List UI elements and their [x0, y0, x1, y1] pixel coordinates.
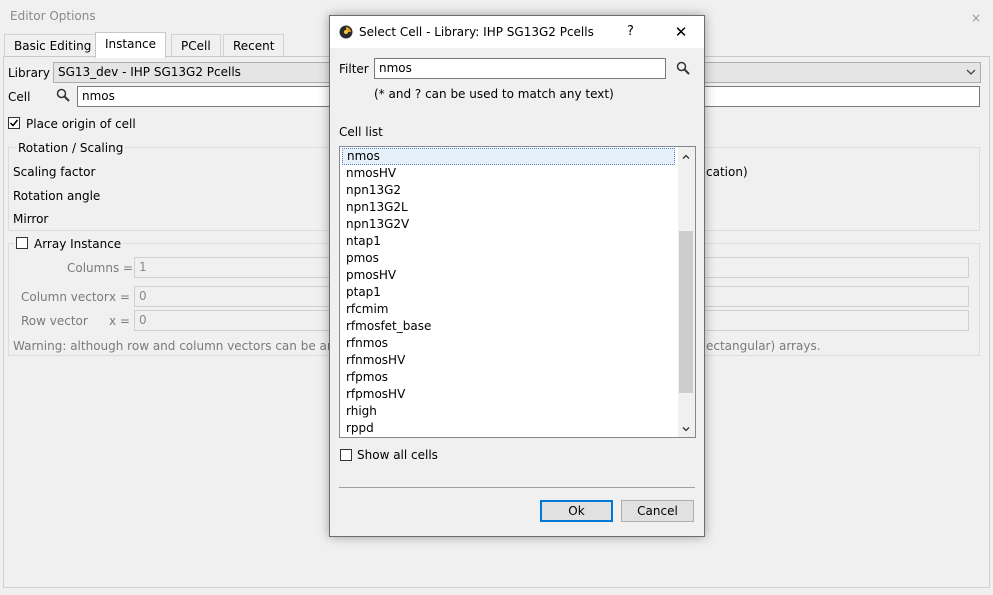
- list-item[interactable]: ntap1: [346, 233, 381, 250]
- show-all-cells-checkbox[interactable]: [340, 449, 352, 461]
- app-logo-icon: [339, 25, 353, 39]
- row-vector-label: Row vector: [21, 314, 88, 328]
- tab-instance[interactable]: Instance: [95, 32, 167, 58]
- array-instance-label: Array Instance: [34, 237, 122, 251]
- cell-label: Cell: [8, 90, 31, 104]
- search-icon[interactable]: [56, 88, 70, 102]
- dialog-title: Select Cell - Library: IHP SG13G2 Pcells: [359, 25, 594, 39]
- scaling-factor-label: Scaling factor: [13, 165, 96, 179]
- list-item[interactable]: rfpmos: [346, 369, 388, 386]
- row-vector-x-value: 0: [139, 313, 147, 327]
- scaling-note-text: cation): [706, 165, 748, 179]
- place-origin-checkbox[interactable]: [8, 117, 20, 129]
- cancel-button[interactable]: Cancel: [621, 500, 694, 522]
- scroll-up-icon[interactable]: [681, 151, 691, 161]
- row-vector-x-label: x =: [109, 314, 130, 328]
- scroll-down-icon[interactable]: [681, 423, 691, 433]
- list-item[interactable]: rfnmosHV: [346, 352, 405, 369]
- button-separator: [339, 487, 695, 488]
- list-item[interactable]: pmosHV: [346, 267, 396, 284]
- library-label: Library: [8, 66, 50, 80]
- rotation-angle-label: Rotation angle: [13, 189, 101, 203]
- help-icon[interactable]: ?: [627, 24, 641, 40]
- chevron-down-icon[interactable]: [965, 66, 977, 78]
- list-item[interactable]: npn13G2L: [346, 199, 408, 216]
- columns-label: Columns =: [67, 261, 134, 275]
- warning-text-left: Warning: although row and column vectors…: [13, 339, 343, 353]
- tab-pcell[interactable]: PCell: [171, 34, 221, 57]
- filter-input-value: nmos: [379, 61, 412, 75]
- column-vector-x-label: x =: [109, 290, 130, 304]
- cell-list-scrollbar[interactable]: [678, 147, 695, 437]
- column-vector-x-value: 0: [139, 289, 147, 303]
- checkmark-icon: [9, 119, 19, 127]
- filter-hint: (* and ? can be used to match any text): [374, 87, 614, 101]
- columns-value: 1: [139, 260, 147, 274]
- list-item[interactable]: npn13G2: [346, 182, 401, 199]
- list-item[interactable]: rfcmim: [346, 301, 388, 318]
- window-title: Editor Options: [10, 9, 96, 23]
- filter-label: Filter: [339, 62, 369, 76]
- cell-list-label: Cell list: [339, 125, 383, 139]
- cell-list[interactable]: nmos nmosHV npn13G2 npn13G2L npn13G2V nt…: [339, 146, 696, 438]
- list-item[interactable]: rfpmosHV: [346, 386, 405, 403]
- list-item[interactable]: rhigh: [346, 403, 377, 420]
- show-all-cells-label: Show all cells: [357, 448, 438, 462]
- cell-input-value: nmos: [82, 89, 115, 103]
- list-item[interactable]: ptap1: [346, 284, 381, 301]
- warning-text-right: ectangular) arrays.: [706, 339, 821, 353]
- list-item[interactable]: nmos: [342, 148, 675, 165]
- close-icon[interactable]: ✕: [672, 23, 690, 41]
- filter-input[interactable]: nmos: [374, 58, 666, 79]
- array-instance-checkbox[interactable]: [16, 237, 28, 249]
- list-item[interactable]: pmos: [346, 250, 379, 267]
- ok-button[interactable]: Ok: [540, 500, 613, 522]
- list-item[interactable]: nmosHV: [346, 165, 396, 182]
- list-item[interactable]: rppd: [346, 420, 374, 437]
- tab-basic-editing[interactable]: Basic Editing: [4, 34, 102, 57]
- scrollbar-thumb[interactable]: [679, 231, 693, 393]
- mirror-label: Mirror: [13, 212, 49, 226]
- select-cell-dialog: Select Cell - Library: IHP SG13G2 Pcells…: [329, 15, 705, 537]
- library-value: SG13_dev - IHP SG13G2 Pcells: [58, 65, 241, 79]
- column-vector-label: Column vector: [21, 290, 109, 304]
- window-close-button[interactable]: ×: [967, 9, 985, 27]
- rotation-scaling-group-title: Rotation / Scaling: [16, 141, 126, 155]
- tab-recent[interactable]: Recent: [223, 34, 285, 57]
- list-item[interactable]: npn13G2V: [346, 216, 409, 233]
- list-item[interactable]: rfnmos: [346, 335, 388, 352]
- place-origin-label: Place origin of cell: [26, 117, 136, 131]
- search-icon[interactable]: [676, 61, 690, 75]
- list-item[interactable]: rfmosfet_base: [346, 318, 431, 335]
